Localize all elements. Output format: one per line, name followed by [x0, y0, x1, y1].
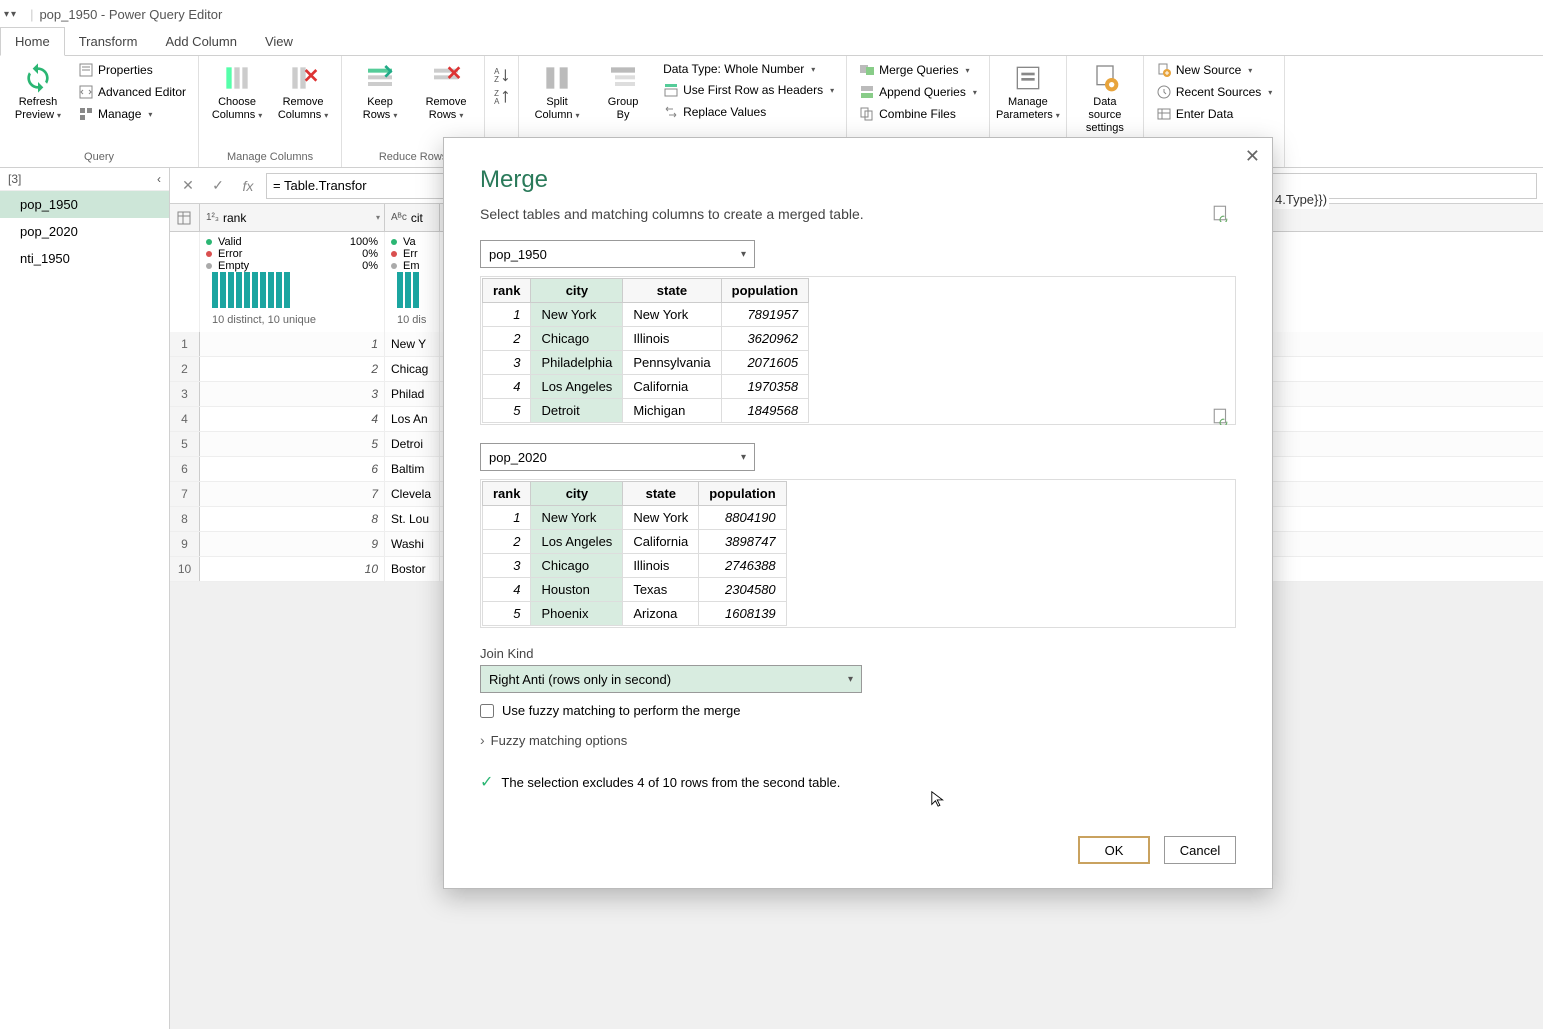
- preview-table-1: rankcitystatepopulation 1New YorkNew Yor…: [480, 276, 1236, 425]
- merge-status: ✓ The selection excludes 4 of 10 rows fr…: [480, 772, 1236, 792]
- fuzzy-matching-checkbox[interactable]: Use fuzzy matching to perform the merge: [480, 703, 1236, 718]
- merge-icon: [859, 62, 875, 78]
- check-icon: ✓: [480, 772, 493, 792]
- data-type-button[interactable]: Data Type: Whole Number: [659, 60, 838, 78]
- sort-desc-icon[interactable]: ZA: [493, 88, 511, 106]
- group-by-button[interactable]: Group By: [593, 60, 653, 124]
- manage-button[interactable]: Manage: [74, 104, 190, 124]
- dialog-subtitle: Select tables and matching columns to cr…: [480, 206, 1236, 222]
- data-source-icon: [1089, 62, 1121, 94]
- merge-dialog: ✕ Merge Select tables and matching colum…: [443, 137, 1273, 889]
- queries-panel: [3] ‹ pop_1950pop_2020nti_1950: [0, 168, 170, 1029]
- queries-count: [3]: [8, 172, 21, 186]
- manage-parameters-button[interactable]: Manage Parameters: [998, 60, 1058, 124]
- split-column-button[interactable]: Split Column: [527, 60, 587, 124]
- merge-queries-button[interactable]: Merge Queries: [855, 60, 981, 80]
- advanced-editor-button[interactable]: Advanced Editor: [74, 82, 190, 102]
- choose-columns-button[interactable]: Choose Columns: [207, 60, 267, 124]
- join-kind-label: Join Kind: [480, 646, 1236, 661]
- close-button[interactable]: ✕: [1245, 146, 1260, 167]
- tab-transform[interactable]: Transform: [65, 28, 152, 55]
- join-kind-select[interactable]: Right Anti (rows only in second): [480, 665, 862, 693]
- combine-files-button[interactable]: Combine Files: [855, 104, 981, 124]
- combine-files-icon: [859, 106, 875, 122]
- remove-columns-icon: [287, 62, 319, 94]
- qat-dropdown-icon[interactable]: ▾: [11, 9, 16, 20]
- append-queries-button[interactable]: Append Queries: [855, 82, 981, 102]
- cancel-button[interactable]: Cancel: [1164, 836, 1236, 864]
- replace-icon: [663, 104, 679, 120]
- query-item-nti_1950[interactable]: nti_1950: [0, 245, 169, 272]
- dialog-title: Merge: [480, 166, 1236, 194]
- ribbon-group-query: Query: [8, 149, 190, 163]
- ok-button[interactable]: OK: [1078, 836, 1150, 864]
- formula-suffix: 4.Type}}): [1273, 190, 1329, 209]
- remove-columns-button[interactable]: Remove Columns: [273, 60, 333, 124]
- table1-select[interactable]: pop_1950: [480, 240, 755, 268]
- group-by-icon: [607, 62, 639, 94]
- refresh-icon: [22, 62, 54, 94]
- accept-formula-icon[interactable]: ✓: [206, 174, 230, 198]
- table2-select[interactable]: pop_2020: [480, 443, 755, 471]
- distribution-chart: [206, 272, 378, 312]
- split-column-icon: [541, 62, 573, 94]
- sort-asc-icon[interactable]: AZ: [493, 66, 511, 84]
- table-icon[interactable]: [176, 210, 192, 226]
- refresh-preview-button[interactable]: Refresh Preview: [8, 60, 68, 124]
- qat-dropdown-icon[interactable]: ▾: [4, 9, 9, 20]
- properties-icon: [78, 62, 94, 78]
- append-icon: [859, 84, 875, 100]
- tab-home[interactable]: Home: [0, 27, 65, 56]
- cancel-formula-icon[interactable]: ✕: [176, 174, 200, 198]
- use-first-row-button[interactable]: Use First Row as Headers: [659, 80, 838, 100]
- svg-text:A: A: [494, 97, 500, 106]
- editor-icon: [78, 84, 94, 100]
- choose-columns-icon: [221, 62, 253, 94]
- keep-rows-button[interactable]: Keep Rows: [350, 60, 410, 124]
- new-source-button[interactable]: New Source: [1152, 60, 1276, 80]
- quick-access-toolbar: ▾ ▾: [4, 9, 16, 20]
- recent-sources-button[interactable]: Recent Sources: [1152, 82, 1276, 102]
- replace-values-button[interactable]: Replace Values: [659, 102, 838, 122]
- ribbon-group-manage-columns: Manage Columns: [207, 149, 333, 163]
- manage-icon: [78, 106, 94, 122]
- tab-add-column[interactable]: Add Column: [151, 28, 251, 55]
- column-header-rank[interactable]: 1²₃rank▾: [200, 204, 385, 231]
- mouse-cursor: [930, 790, 948, 813]
- properties-button[interactable]: Properties: [74, 60, 190, 80]
- recent-icon: [1156, 84, 1172, 100]
- tab-view[interactable]: View: [251, 28, 307, 55]
- fuzzy-options-expander[interactable]: Fuzzy matching options: [480, 732, 1236, 748]
- refresh-preview1-icon[interactable]: [1212, 204, 1230, 222]
- column-header-city[interactable]: Aᴮccit: [385, 204, 440, 231]
- new-source-icon: [1156, 62, 1172, 78]
- window-title: pop_1950 - Power Query Editor: [39, 7, 222, 22]
- remove-rows-button[interactable]: Remove Rows: [416, 60, 476, 124]
- refresh-preview2-icon[interactable]: [1212, 407, 1230, 425]
- query-item-pop_1950[interactable]: pop_1950: [0, 191, 169, 218]
- parameters-icon: [1012, 62, 1044, 94]
- enter-data-button[interactable]: Enter Data: [1152, 104, 1276, 124]
- ribbon-tabs: Home Transform Add Column View: [0, 28, 1543, 56]
- collapse-icon[interactable]: ‹: [157, 172, 161, 186]
- headers-icon: [663, 82, 679, 98]
- enter-data-icon: [1156, 106, 1172, 122]
- keep-rows-icon: [364, 62, 396, 94]
- query-item-pop_2020[interactable]: pop_2020: [0, 218, 169, 245]
- remove-rows-icon: [430, 62, 462, 94]
- fx-icon[interactable]: fx: [236, 174, 260, 198]
- preview-table-2: rankcitystatepopulation 1New YorkNew Yor…: [480, 479, 1236, 628]
- svg-text:Z: Z: [494, 75, 499, 84]
- data-source-settings-button[interactable]: Data source settings: [1075, 60, 1135, 138]
- title-bar: ▾ ▾ | pop_1950 - Power Query Editor: [0, 0, 1543, 28]
